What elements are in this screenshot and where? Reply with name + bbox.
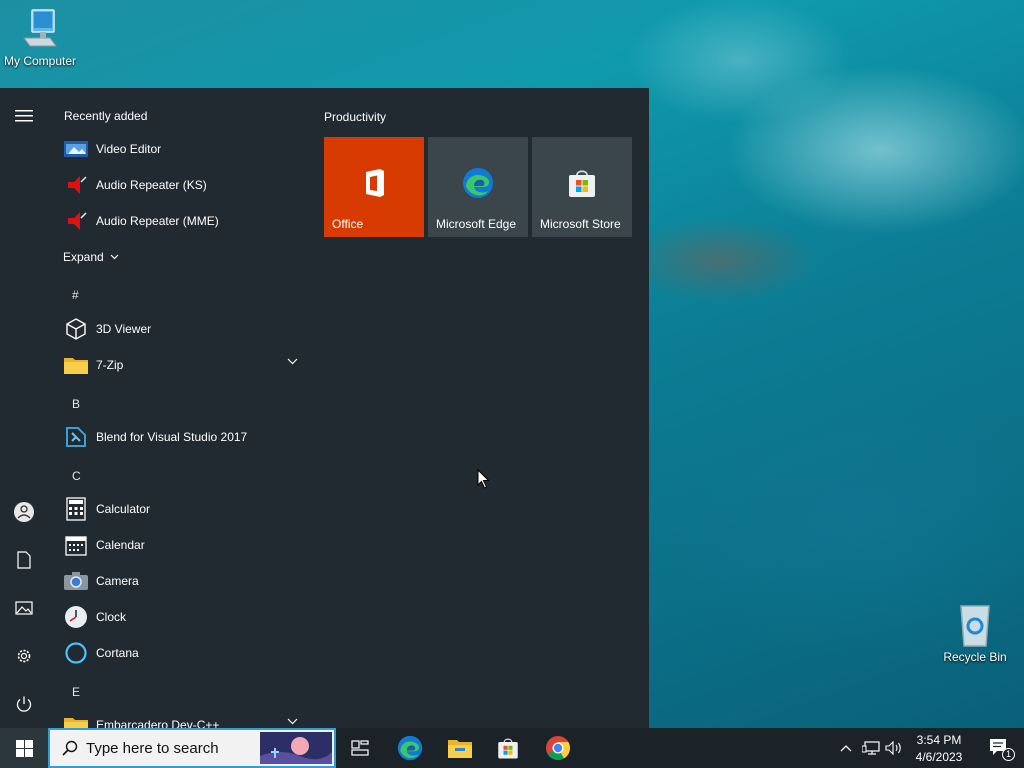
folder-icon	[64, 353, 88, 377]
clock-time: 3:54 PM	[916, 733, 962, 747]
hamburger-icon	[15, 110, 33, 122]
tile-microsoft-edge[interactable]: Microsoft Edge	[428, 137, 528, 237]
cortana-icon	[64, 641, 88, 665]
camera-icon	[64, 569, 88, 593]
app-item-audio-repeater-ks[interactable]: Audio Repeater (KS)	[48, 167, 308, 203]
cube-icon	[64, 317, 88, 341]
section-letter[interactable]: C	[72, 469, 81, 483]
search-highlight-illustration	[260, 732, 332, 764]
picture-icon	[15, 601, 33, 615]
file-explorer-icon	[448, 740, 472, 758]
app-item-3d-viewer[interactable]: 3D Viewer	[48, 311, 308, 347]
recently-added-header: Recently added	[64, 109, 148, 123]
audio-repeater-icon	[64, 209, 88, 233]
tile-office[interactable]: Office	[324, 137, 424, 237]
task-view-icon	[351, 740, 369, 756]
taskbar-edge-button[interactable]	[386, 728, 434, 768]
chevron-down-icon[interactable]	[287, 358, 298, 365]
speaker-icon	[885, 741, 901, 755]
app-item-cortana[interactable]: Cortana	[48, 635, 308, 671]
volume-button[interactable]	[882, 728, 906, 768]
edge-icon	[397, 735, 423, 761]
desktop-icon-label: Recycle Bin	[943, 650, 1007, 664]
chrome-icon	[546, 736, 571, 761]
pictures-button[interactable]	[0, 586, 48, 630]
search-icon	[62, 740, 78, 756]
start-menu: Recently added Video Editor Audio Repeat…	[0, 88, 649, 728]
blend-icon	[64, 425, 88, 449]
chevron-down-icon	[110, 254, 119, 260]
document-icon	[17, 551, 31, 569]
search-placeholder: Type here to search	[86, 739, 219, 757]
expand-menu-button[interactable]	[0, 94, 48, 138]
app-list: Recently added Video Editor Audio Repeat…	[48, 88, 310, 728]
section-letter[interactable]: E	[72, 685, 80, 699]
power-button[interactable]	[0, 682, 48, 726]
app-item-blend[interactable]: Blend for Visual Studio 2017	[48, 419, 308, 455]
taskbar-search-box[interactable]: Type here to search	[48, 728, 336, 768]
notification-badge: 1	[1002, 748, 1015, 761]
settings-button[interactable]	[0, 634, 48, 678]
windows-logo-icon	[15, 739, 33, 757]
taskbar-file-explorer-button[interactable]	[436, 728, 484, 768]
app-item-clock[interactable]: Clock	[48, 599, 308, 635]
taskbar: Type here to search 3:54 PM 4/6/2023 1	[0, 728, 1024, 768]
section-letter[interactable]: #	[72, 288, 79, 302]
user-avatar-icon	[14, 502, 34, 522]
app-item-calendar[interactable]: Calendar	[48, 527, 308, 563]
tile-microsoft-store[interactable]: Microsoft Store	[532, 137, 632, 237]
app-item-embarcadero[interactable]: Embarcadero Dev-C++	[48, 707, 308, 728]
app-item-audio-repeater-mme[interactable]: Audio Repeater (MME)	[48, 203, 308, 239]
desktop-icon-recycle-bin[interactable]: Recycle Bin	[935, 602, 1015, 664]
audio-repeater-icon	[64, 173, 88, 197]
app-item-calculator[interactable]: Calculator	[48, 491, 308, 527]
documents-button[interactable]	[0, 538, 48, 582]
section-letter[interactable]: B	[72, 397, 80, 411]
clock-icon	[64, 605, 88, 629]
mouse-cursor-icon	[477, 469, 490, 489]
account-button[interactable]	[0, 490, 48, 534]
edge-icon	[463, 168, 493, 198]
office-icon	[366, 169, 384, 197]
expand-button[interactable]: Expand	[48, 239, 308, 275]
action-center-button[interactable]: 1	[976, 728, 1024, 768]
video-editor-icon	[64, 137, 88, 161]
clock-date: 4/6/2023	[915, 750, 963, 764]
folder-icon	[64, 713, 88, 728]
calculator-icon	[64, 497, 88, 521]
app-item-video-editor[interactable]: Video Editor	[48, 131, 308, 167]
recycle-bin-icon	[960, 605, 990, 647]
network-icon	[862, 741, 880, 755]
chevron-up-icon	[840, 745, 852, 752]
show-hidden-icons-button[interactable]	[834, 728, 858, 768]
store-icon	[569, 170, 595, 197]
store-icon	[498, 738, 518, 759]
desktop-icon-my-computer[interactable]: My Computer	[0, 8, 80, 68]
start-rail	[0, 88, 48, 728]
clock-button[interactable]: 3:54 PM 4/6/2023	[906, 728, 972, 768]
start-button[interactable]	[0, 728, 48, 768]
power-icon	[16, 696, 32, 712]
gear-icon	[17, 649, 31, 663]
desktop-icon-label: My Computer	[3, 54, 77, 68]
network-button[interactable]	[858, 728, 884, 768]
task-view-button[interactable]	[336, 728, 384, 768]
taskbar-store-button[interactable]	[484, 728, 532, 768]
chevron-down-icon[interactable]	[287, 718, 298, 725]
calendar-icon	[64, 533, 88, 557]
app-item-camera[interactable]: Camera	[48, 563, 308, 599]
app-item-7-zip[interactable]: 7-Zip	[48, 347, 308, 383]
computer-icon	[23, 9, 57, 47]
taskbar-chrome-button[interactable]	[534, 728, 582, 768]
tile-group-header[interactable]: Productivity	[324, 110, 386, 124]
